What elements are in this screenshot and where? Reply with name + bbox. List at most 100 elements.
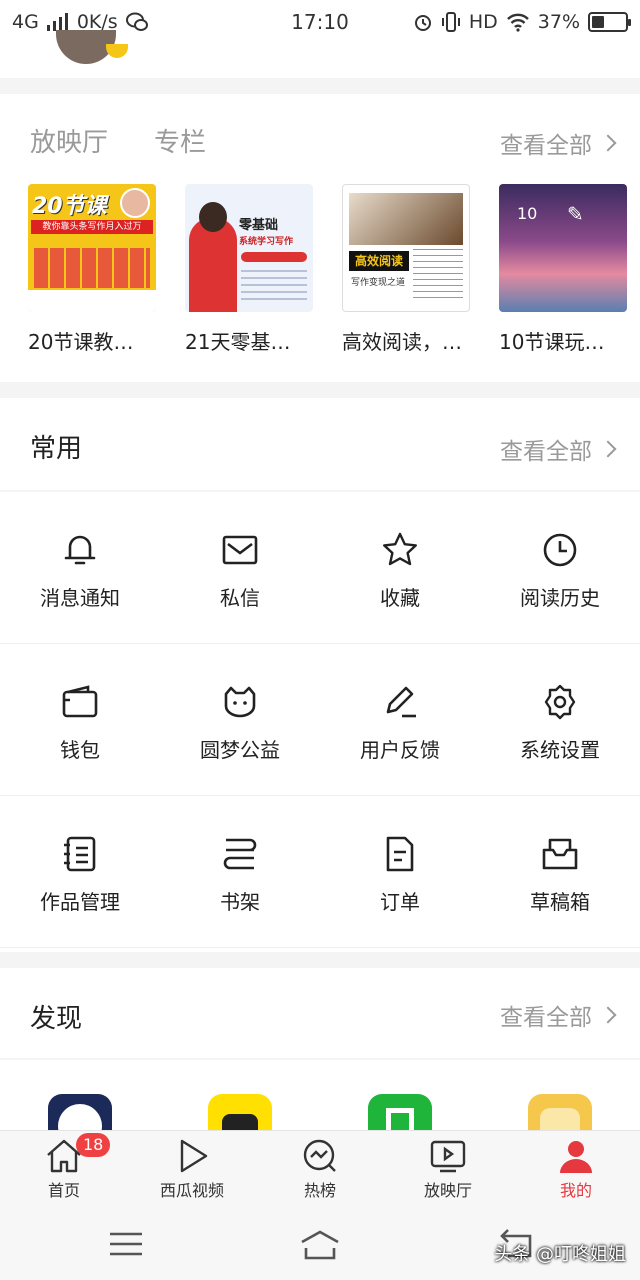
home-button-icon[interactable] bbox=[298, 1226, 342, 1262]
common-header: 常用 查看全部 bbox=[0, 398, 640, 490]
presenter-figure bbox=[189, 218, 237, 312]
bell-icon bbox=[64, 535, 96, 565]
menu-drafts[interactable]: 草稿箱 bbox=[480, 796, 640, 948]
clock-icon bbox=[543, 533, 577, 567]
app-tile[interactable] bbox=[368, 1094, 432, 1130]
tab-showroom[interactable]: 放映厅 bbox=[30, 122, 108, 159]
tv-icon bbox=[430, 1140, 466, 1173]
course-thumbnail: 20节课 教你靠头条写作月入过万 bbox=[28, 184, 156, 312]
app-tile[interactable] bbox=[48, 1094, 112, 1130]
course-card[interactable]: 10 ✎ 10节课玩… bbox=[499, 184, 627, 355]
grid-row: 钱包 圆梦公益 用户反馈 系统设置 bbox=[0, 644, 640, 796]
vibrate-icon bbox=[441, 12, 460, 32]
course-thumbnail: 10 ✎ bbox=[499, 184, 627, 312]
menu-settings[interactable]: 系统设置 bbox=[480, 644, 640, 796]
drafts-box-icon bbox=[542, 838, 578, 870]
menu-notifications[interactable]: 消息通知 bbox=[0, 492, 160, 644]
tab-column[interactable]: 专栏 bbox=[154, 122, 206, 159]
menu-messages[interactable]: 私信 bbox=[160, 492, 320, 644]
thumbnail-subtitle: 教你靠头条写作月入过万 bbox=[31, 220, 153, 234]
presenter-head bbox=[199, 202, 227, 232]
network-type: 4G bbox=[12, 11, 39, 33]
thumbnail-text-lines bbox=[241, 270, 307, 304]
menu-reading-history[interactable]: 阅读历史 bbox=[480, 492, 640, 644]
course-title: 高效阅读，… bbox=[342, 330, 462, 354]
view-all-label: 查看全部 bbox=[500, 1005, 592, 1031]
trending-icon bbox=[303, 1139, 336, 1172]
notification-badge: 18 bbox=[76, 1133, 111, 1157]
menu-works[interactable]: 作品管理 bbox=[0, 796, 160, 948]
section-title: 常用 bbox=[30, 434, 83, 464]
book-covers-graphic bbox=[34, 248, 150, 288]
discover-view-all[interactable]: 查看全部 bbox=[500, 998, 617, 1032]
nav-xigua-video[interactable]: 西瓜视频 bbox=[128, 1131, 256, 1209]
discover-header: 发现 查看全部 bbox=[0, 968, 640, 1058]
common-grid: 消息通知 私信 收藏 阅读历史 钱包 圆梦公益 用户反馈 系统设置 作品管理 书… bbox=[0, 492, 640, 952]
menu-label: 用户反馈 bbox=[360, 738, 440, 762]
wifi-icon bbox=[506, 13, 529, 32]
nav-home[interactable]: 18 首页 bbox=[0, 1131, 128, 1209]
menu-bookshelf[interactable]: 书架 bbox=[160, 796, 320, 948]
view-all-label: 查看全部 bbox=[500, 133, 592, 159]
alarm-icon bbox=[414, 15, 431, 31]
thumbnail-title: 零基础 bbox=[239, 218, 279, 233]
course-card[interactable]: 高效阅读 写作变现之道 高效阅读，… bbox=[342, 184, 470, 355]
profile-header-partial bbox=[0, 30, 640, 78]
course-title: 10节课玩… bbox=[499, 330, 605, 354]
course-card[interactable]: 20节课 教你靠头条写作月入过万 20节课教… bbox=[28, 184, 156, 355]
star-icon bbox=[383, 532, 417, 566]
wallet-icon bbox=[62, 685, 98, 718]
thumbnail-subtitle: 系统学习写作 bbox=[239, 237, 294, 247]
chevron-right-icon bbox=[599, 440, 617, 458]
hd-indicator: HD bbox=[468, 11, 498, 33]
app-tile[interactable] bbox=[528, 1094, 592, 1130]
nav-mine[interactable]: 我的 bbox=[512, 1131, 640, 1209]
showroom-view-all[interactable]: 查看全部 bbox=[500, 126, 617, 160]
signal-icon bbox=[46, 13, 68, 31]
nav-trending[interactable]: 热榜 bbox=[256, 1131, 384, 1209]
nav-label: 首页 bbox=[47, 1181, 80, 1200]
nav-label: 热榜 bbox=[303, 1181, 336, 1200]
thumbnail-text-lines bbox=[413, 249, 463, 301]
thumbnail-banner bbox=[241, 252, 307, 262]
course-title: 20节课教… bbox=[28, 330, 134, 354]
menu-favorites[interactable]: 收藏 bbox=[320, 492, 480, 644]
clock: 17:10 bbox=[291, 10, 349, 34]
menu-wallet[interactable]: 钱包 bbox=[0, 644, 160, 796]
course-card[interactable]: 零基础 系统学习写作 21天零基… bbox=[185, 184, 313, 355]
bottom-nav: 18 首页 西瓜视频 热榜 放映厅 我的 bbox=[0, 1130, 640, 1208]
thumbnail-title: 10 bbox=[517, 204, 538, 223]
course-title: 21天零基… bbox=[185, 330, 291, 354]
thumbnail-title: 20节课 bbox=[32, 194, 107, 219]
app-logo-icon bbox=[540, 1108, 580, 1130]
chevron-right-icon bbox=[599, 134, 617, 152]
gear-icon bbox=[544, 684, 576, 720]
wechat-icon bbox=[125, 12, 148, 31]
app-logo-icon bbox=[58, 1104, 102, 1130]
presenter-photo bbox=[120, 188, 150, 218]
app-tile[interactable] bbox=[208, 1094, 272, 1130]
menu-orders[interactable]: 订单 bbox=[320, 796, 480, 948]
nav-label: 放映厅 bbox=[423, 1181, 472, 1200]
course-thumbnail: 零基础 系统学习写作 bbox=[185, 184, 313, 312]
chevron-right-icon bbox=[599, 1006, 617, 1024]
menu-feedback[interactable]: 用户反馈 bbox=[320, 644, 480, 796]
course-list: 20节课 教你靠头条写作月入过万 20节课教… 零基础 系统学习写作 21天零基… bbox=[28, 184, 640, 355]
nav-showroom[interactable]: 放映厅 bbox=[384, 1131, 512, 1209]
book-photo bbox=[349, 193, 463, 245]
common-view-all[interactable]: 查看全部 bbox=[500, 432, 617, 466]
calligraphy-graphic: ✎ bbox=[567, 202, 584, 226]
play-icon bbox=[180, 1139, 208, 1173]
menu-icon[interactable] bbox=[104, 1226, 148, 1262]
menu-label: 订单 bbox=[380, 890, 420, 914]
user-icon bbox=[560, 1141, 592, 1173]
nav-label: 西瓜视频 bbox=[159, 1181, 224, 1200]
menu-label: 草稿箱 bbox=[530, 890, 590, 914]
bookshelf-icon bbox=[223, 838, 257, 870]
menu-label: 作品管理 bbox=[40, 890, 120, 914]
menu-label: 圆梦公益 bbox=[200, 738, 280, 762]
thumbnail-subtitle: 写作变现之道 bbox=[351, 278, 406, 288]
menu-charity[interactable]: 圆梦公益 bbox=[160, 644, 320, 796]
thumbnail-footer bbox=[28, 290, 156, 312]
thumbnail-title: 高效阅读 bbox=[349, 251, 409, 271]
